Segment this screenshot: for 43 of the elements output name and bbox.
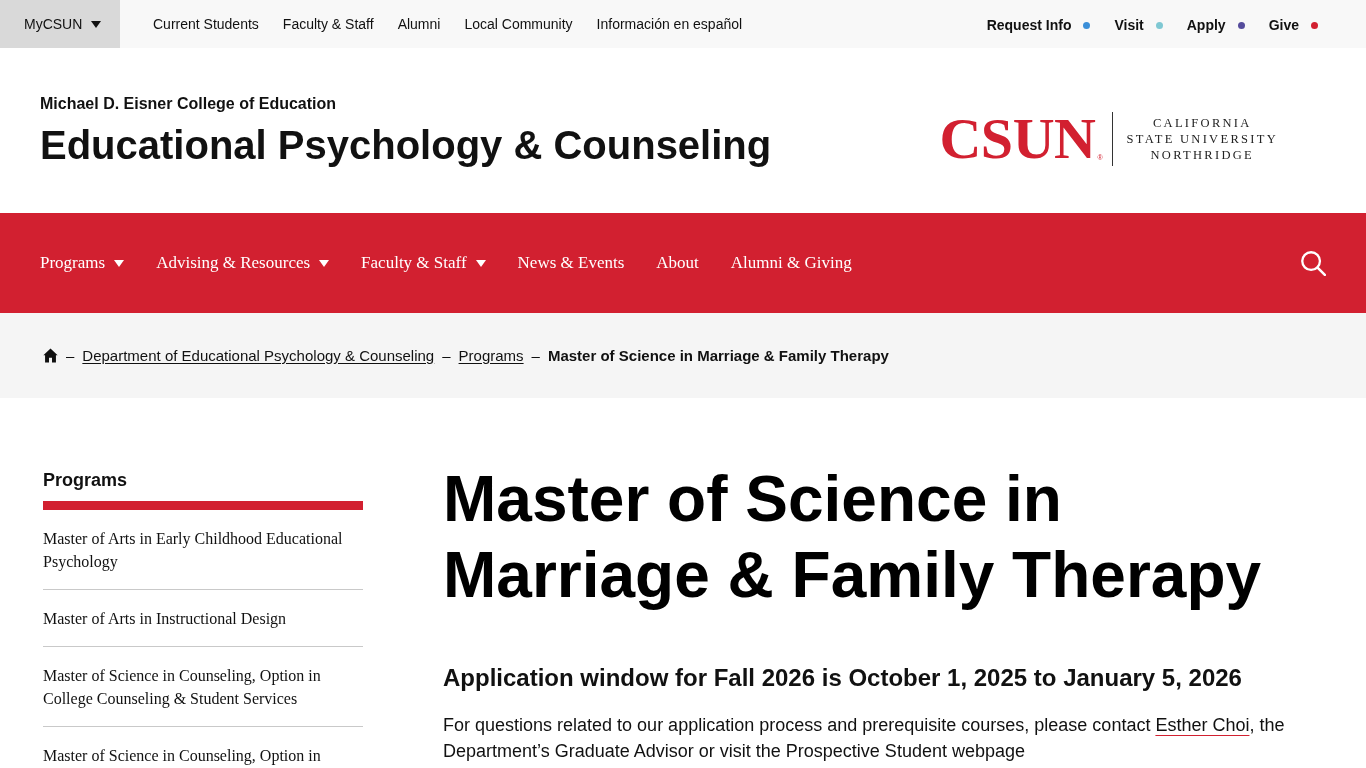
nav-menu-button[interactable]: Advising & Resources [156, 252, 330, 274]
sidebar-link[interactable]: Master of Science in Counseling, Option in [43, 744, 363, 767]
utility-link[interactable]: Alumni [397, 16, 441, 32]
utility-link[interactable]: Current Students [153, 16, 259, 32]
logo-text: NORTHRIDGE [1150, 147, 1255, 163]
utility-link[interactable]: Local Community [464, 16, 573, 32]
utility-action-link[interactable]: Visit [1114, 15, 1163, 33]
breadcrumb-link[interactable]: Programs [458, 346, 524, 365]
caret-icon [114, 259, 125, 267]
utility-action-link[interactable]: Request Info [986, 15, 1091, 33]
sidebar-link[interactable]: Master of Arts in Early Childhood Educational Psychology [43, 527, 363, 573]
breadcrumb-link[interactable]: Department of Educational Psychology & Counseling [82, 346, 435, 365]
caret-icon [91, 20, 102, 28]
breadcrumb-separator: – [442, 346, 451, 365]
nav-menu-button[interactable]: Faculty & Staff [361, 252, 486, 274]
breadcrumb-separator: – [531, 346, 540, 365]
utility-action-link[interactable]: Apply [1186, 15, 1245, 33]
caret-icon [475, 259, 486, 267]
account-menu-button[interactable]: MyCSUN [0, 0, 120, 48]
caret-icon [319, 259, 330, 267]
page-title: Master of Science in Marriage & Family Therapy [443, 462, 1263, 613]
sidebar-heading: Programs [43, 469, 129, 491]
logo-text: CALIFORNIA [1152, 115, 1252, 131]
utility-link[interactable]: Información en español [596, 16, 743, 32]
department-title: Educational Psychology & Counseling [40, 122, 772, 168]
nav-link[interactable]: News & Events [517, 252, 625, 274]
nav-link[interactable]: Alumni & Giving [730, 252, 852, 274]
intro-paragraph: For questions related to our application process and prerequisite courses, please contact Esther Choi, the Department’s Graduate Advisor or visit the Prospective Student webpage [443, 714, 1286, 763]
utility-link[interactable]: Faculty & Staff [282, 16, 374, 32]
breadcrumb-current: Master of Science in Marriage & Family Therapy [547, 346, 889, 365]
logo-text: STATE UNIVERSITY [1126, 131, 1278, 147]
search-icon[interactable] [1301, 250, 1326, 276]
contact-link[interactable]: Esther Choi [1155, 715, 1250, 735]
college-name: Michael D. Eisner College of Education [40, 94, 338, 114]
breadcrumb-separator: – [66, 346, 75, 365]
nav-menu-button[interactable]: Programs [40, 252, 125, 274]
nav-link[interactable]: About [656, 252, 699, 274]
sidebar-link[interactable]: Master of Science in Counseling, Option in College Counseling & Student Services [43, 664, 363, 710]
sidebar-link[interactable]: Master of Arts in Instructional Design [43, 607, 363, 630]
logo-wordmark[interactable]: CSUN [939, 110, 1096, 168]
application-notice: Application window for Fall 2026 is October 1, 2025 to January 5, 2026 [443, 663, 1243, 693]
home-icon[interactable] [43, 348, 58, 363]
utility-action-link[interactable]: Give [1268, 15, 1318, 33]
